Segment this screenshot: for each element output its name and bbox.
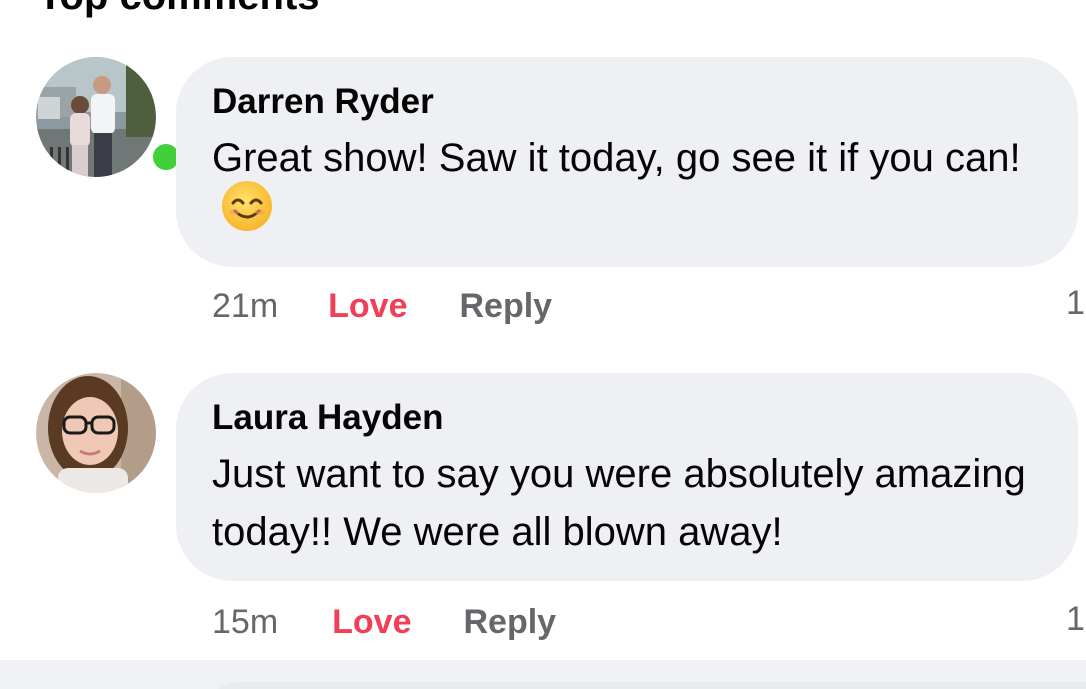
- comment-actions: 15m Love Reply: [212, 600, 556, 644]
- comment-timestamp[interactable]: 21m: [212, 287, 278, 326]
- comment-bubble[interactable]: Laura Hayden Just want to say you were a…: [176, 373, 1078, 581]
- comment-author[interactable]: Darren Ryder: [212, 81, 1042, 123]
- comment-timestamp[interactable]: 15m: [212, 603, 278, 642]
- reaction-count[interactable]: 1: [1066, 600, 1085, 639]
- avatar-photo: [36, 57, 156, 177]
- comment-actions: 21m Love Reply: [212, 284, 552, 328]
- avatar[interactable]: [36, 57, 184, 177]
- love-reaction-button[interactable]: Love: [332, 603, 411, 642]
- avatar[interactable]: [36, 373, 156, 493]
- reply-button[interactable]: Reply: [460, 287, 553, 326]
- comment-bubble[interactable]: Darren Ryder Great show! Saw it today, g…: [176, 57, 1078, 267]
- comment-text: Just want to say you were absolutely ama…: [212, 452, 1026, 554]
- comment-text: Great show! Saw it today, go see it if y…: [212, 129, 1042, 249]
- next-comment-bubble: [200, 682, 1086, 689]
- avatar-photo: [36, 373, 156, 493]
- comment-body: Great show! Saw it today, go see it if y…: [212, 136, 1021, 180]
- comment-author[interactable]: Laura Hayden: [212, 397, 1042, 439]
- reaction-count[interactable]: 1: [1066, 284, 1085, 323]
- reply-button[interactable]: Reply: [464, 603, 557, 642]
- love-reaction-button[interactable]: Love: [328, 287, 407, 326]
- smiling-face-emoji-icon: [220, 179, 274, 249]
- comments-page: Top comments: [0, 0, 1086, 689]
- section-title: Top comments: [38, 0, 320, 19]
